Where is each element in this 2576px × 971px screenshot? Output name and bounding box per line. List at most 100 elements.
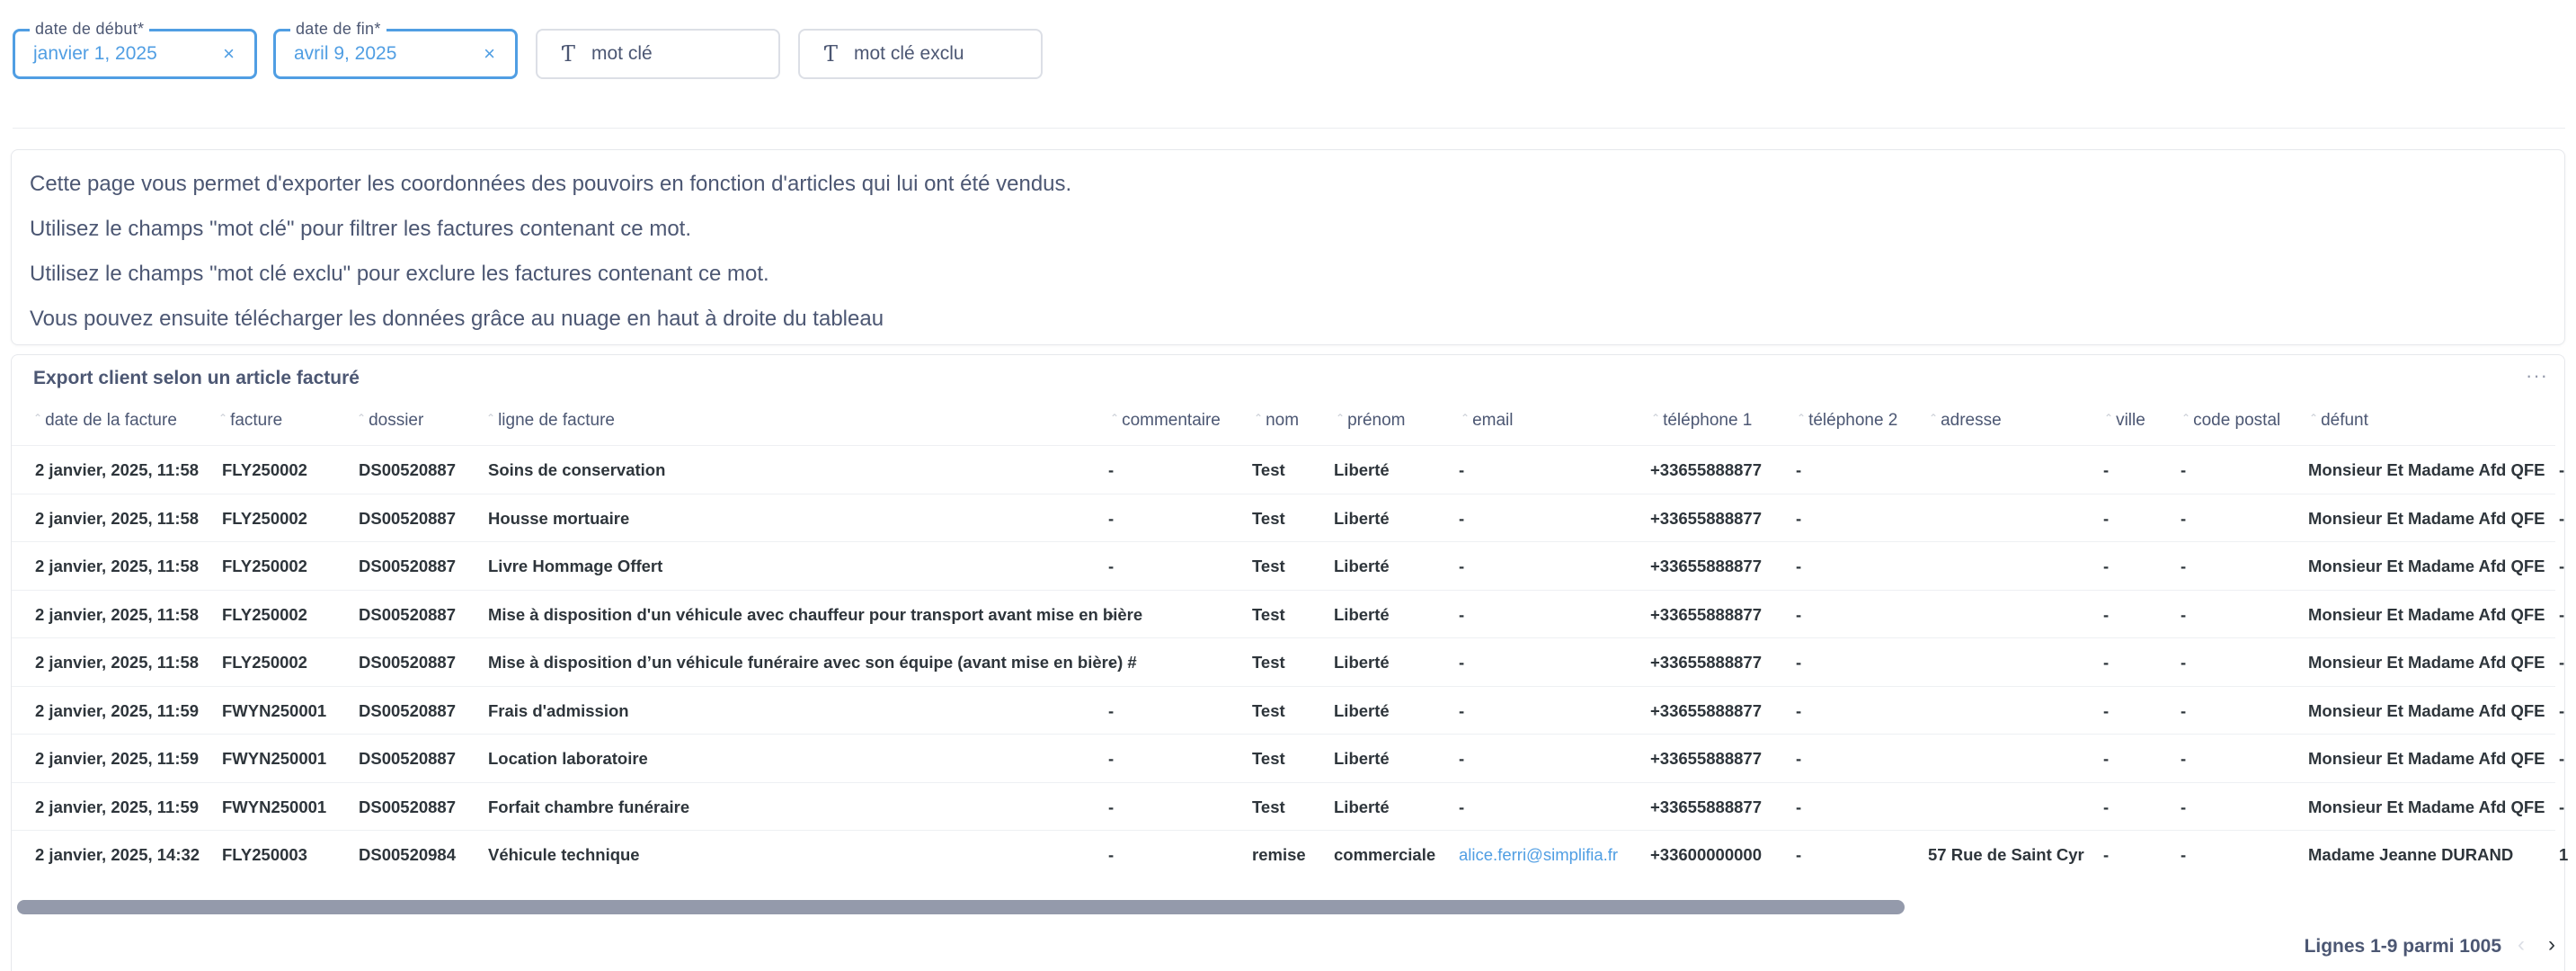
table-cell: +33655888877 — [1650, 604, 1762, 624]
table-cell: 2 janvier, 2025, 11:59 — [35, 797, 200, 816]
table-cell: +33600000000 — [1650, 845, 1762, 864]
table-cell: - — [2181, 508, 2187, 528]
table-cell: - — [2103, 653, 2110, 672]
table-cell: 2 janvier, 2025, 11:59 — [35, 700, 200, 720]
table-cell: DS00520887 — [359, 700, 457, 720]
table-cell: - — [2181, 557, 2187, 575]
table-cell: +33655888877 — [1650, 700, 1762, 720]
table-cell: - — [2559, 460, 2565, 479]
table-cell: DS00520887 — [359, 604, 457, 624]
email-link[interactable]: alice.ferri@simplifia.fr — [1459, 845, 1618, 865]
table-cell: - — [2559, 700, 2565, 720]
column-header[interactable]: ⌃ dossier — [357, 411, 423, 431]
info-line: Vous pouvez ensuite télécharger les donn… — [30, 307, 884, 331]
table-cell: commerciale — [1334, 845, 1436, 864]
column-header-label: prénom — [1347, 411, 1406, 430]
table-cell: FWYN250001 — [222, 797, 327, 816]
table-cell: Monsieur Et Madame Afd QFE — [2308, 749, 2545, 768]
table-cell: FLY250002 — [222, 557, 307, 575]
more-options-icon[interactable]: ··· — [2526, 364, 2548, 388]
table-cell: Liberté — [1334, 797, 1390, 816]
column-header-label: commentaire — [1122, 411, 1221, 430]
table-cell: Monsieur Et Madame Afd QFE — [2308, 557, 2545, 575]
column-header[interactable]: ⌃ nom — [1254, 411, 1299, 431]
table-row[interactable]: 2 janvier, 2025, 11:58 FLY250002 DS0052088… — [12, 445, 2564, 494]
column-header-label: ligne de facture — [498, 411, 615, 430]
column-header[interactable]: ⌃ commentaire — [1110, 411, 1221, 431]
table-row[interactable]: 2 janvier, 2025, 11:59 FWYN250001 DS005208… — [12, 781, 2564, 831]
start-date-clear-icon[interactable]: × — [223, 42, 254, 66]
keyword-filter[interactable]: Ƭ mot clé — [536, 29, 780, 79]
info-line: Utilisez le champs "mot clé" pour filtre… — [30, 217, 691, 241]
sort-icon: ⌃ — [1929, 412, 1939, 424]
column-header[interactable]: ⌃ ville — [2104, 411, 2145, 431]
end-date-value[interactable]: avril 9, 2025 — [276, 43, 484, 65]
table-cell: 2 janvier, 2025, 11:59 — [35, 749, 200, 768]
table-cell: - — [1459, 797, 1465, 816]
table-cell: 2 janvier, 2025, 11:58 — [35, 460, 200, 479]
column-header[interactable]: ⌃ prénom — [1336, 411, 1405, 431]
column-header[interactable]: ⌃ défunt — [2309, 411, 2368, 431]
table-cell: Livre Hommage Offert — [488, 557, 663, 575]
end-date-label: date de fin* — [290, 20, 386, 39]
table-cell: - — [1108, 845, 1115, 864]
table-cell: DS00520887 — [359, 557, 457, 575]
table-cell: +33655888877 — [1650, 557, 1762, 575]
table-cell: Monsieur Et Madame Afd QFE — [2308, 460, 2545, 479]
table-row[interactable]: 2 janvier, 2025, 11:58 FLY250002 DS0052088… — [12, 637, 2564, 686]
table-cell: Mise à disposition d'un véhicule avec ch… — [488, 604, 1143, 624]
excluded-keyword-placeholder[interactable]: mot clé exclu — [854, 43, 964, 65]
sort-icon: ⌃ — [33, 412, 43, 424]
table-cell: - — [2181, 797, 2187, 816]
column-header[interactable]: ⌃ téléphone 1 — [1651, 411, 1752, 431]
column-header[interactable]: ⌃ ligne de facture — [486, 411, 615, 431]
table-cell: Liberté — [1334, 604, 1390, 624]
column-header[interactable]: ⌃ date de la facture — [33, 411, 177, 431]
previous-page-icon[interactable]: ‹ — [2518, 932, 2525, 958]
table-cell: - — [1108, 700, 1115, 720]
table-cell: - — [2559, 604, 2565, 624]
table-row[interactable]: 2 janvier, 2025, 11:58 FLY250002 DS0052088… — [12, 541, 2564, 590]
column-header-label: téléphone 1 — [1663, 411, 1753, 430]
column-header-label: adresse — [1941, 411, 2002, 430]
table-row[interactable]: 2 janvier, 2025, 14:32 FLY250003 DS0052098… — [12, 830, 2568, 878]
end-date-filter[interactable]: date de fin* avril 9, 2025 × — [273, 20, 518, 79]
divider — [13, 128, 2565, 129]
table-row[interactable]: 2 janvier, 2025, 11:59 FWYN250001 DS005208… — [12, 685, 2564, 735]
start-date-value[interactable]: janvier 1, 2025 — [15, 43, 223, 65]
table-cell: - — [2103, 460, 2110, 479]
excluded-keyword-filter[interactable]: Ƭ mot clé exclu — [798, 29, 1043, 79]
table-cell: Madame Jeanne DURAND — [2308, 845, 2514, 864]
sort-icon: ⌃ — [1797, 412, 1807, 424]
start-date-filter[interactable]: date de début* janvier 1, 2025 × — [13, 20, 257, 79]
end-date-clear-icon[interactable]: × — [484, 42, 515, 66]
column-header-label: nom — [1266, 411, 1300, 430]
table-cell: - — [1796, 749, 1802, 768]
keyword-placeholder[interactable]: mot clé — [591, 43, 653, 65]
table-row[interactable]: 2 janvier, 2025, 11:59 FWYN250001 DS005208… — [12, 734, 2564, 782]
column-header[interactable]: ⌃ adresse — [1929, 411, 2002, 431]
table-row[interactable]: 2 janvier, 2025, 11:58 FLY250002 DS0052088… — [12, 493, 2564, 542]
table-cell: DS00520984 — [359, 845, 457, 864]
table-cell: 2 janvier, 2025, 11:58 — [35, 653, 200, 672]
next-page-icon[interactable]: › — [2548, 932, 2555, 958]
table-cell: Monsieur Et Madame Afd QFE — [2308, 508, 2545, 528]
column-header[interactable]: ⌃ email — [1461, 411, 1513, 431]
table-cell: 57 Rue de Saint Cyr — [1928, 845, 2084, 864]
column-header[interactable]: ⌃ code postal — [2181, 411, 2280, 431]
column-header[interactable]: ⌃ téléphone 2 — [1797, 411, 1897, 431]
table-cell: - — [1796, 653, 1802, 672]
table-row[interactable]: 2 janvier, 2025, 11:58 FLY250002 DS0052088… — [12, 589, 2564, 638]
table-cell: - — [2559, 653, 2565, 672]
horizontal-scrollbar[interactable] — [17, 900, 1905, 914]
column-header-label: facture — [230, 411, 283, 430]
table-cell: - — [1108, 508, 1115, 528]
table-cell: Monsieur Et Madame Afd QFE — [2308, 700, 2545, 720]
table-cell: - — [1108, 557, 1115, 575]
column-header[interactable]: ⌃ facture — [218, 411, 282, 431]
table-cell: 2 janvier, 2025, 11:58 — [35, 508, 200, 528]
sort-icon: ⌃ — [2104, 412, 2114, 424]
table-cell: +33655888877 — [1650, 460, 1762, 479]
table-cell: - — [2103, 700, 2110, 720]
sort-icon: ⌃ — [218, 412, 228, 424]
